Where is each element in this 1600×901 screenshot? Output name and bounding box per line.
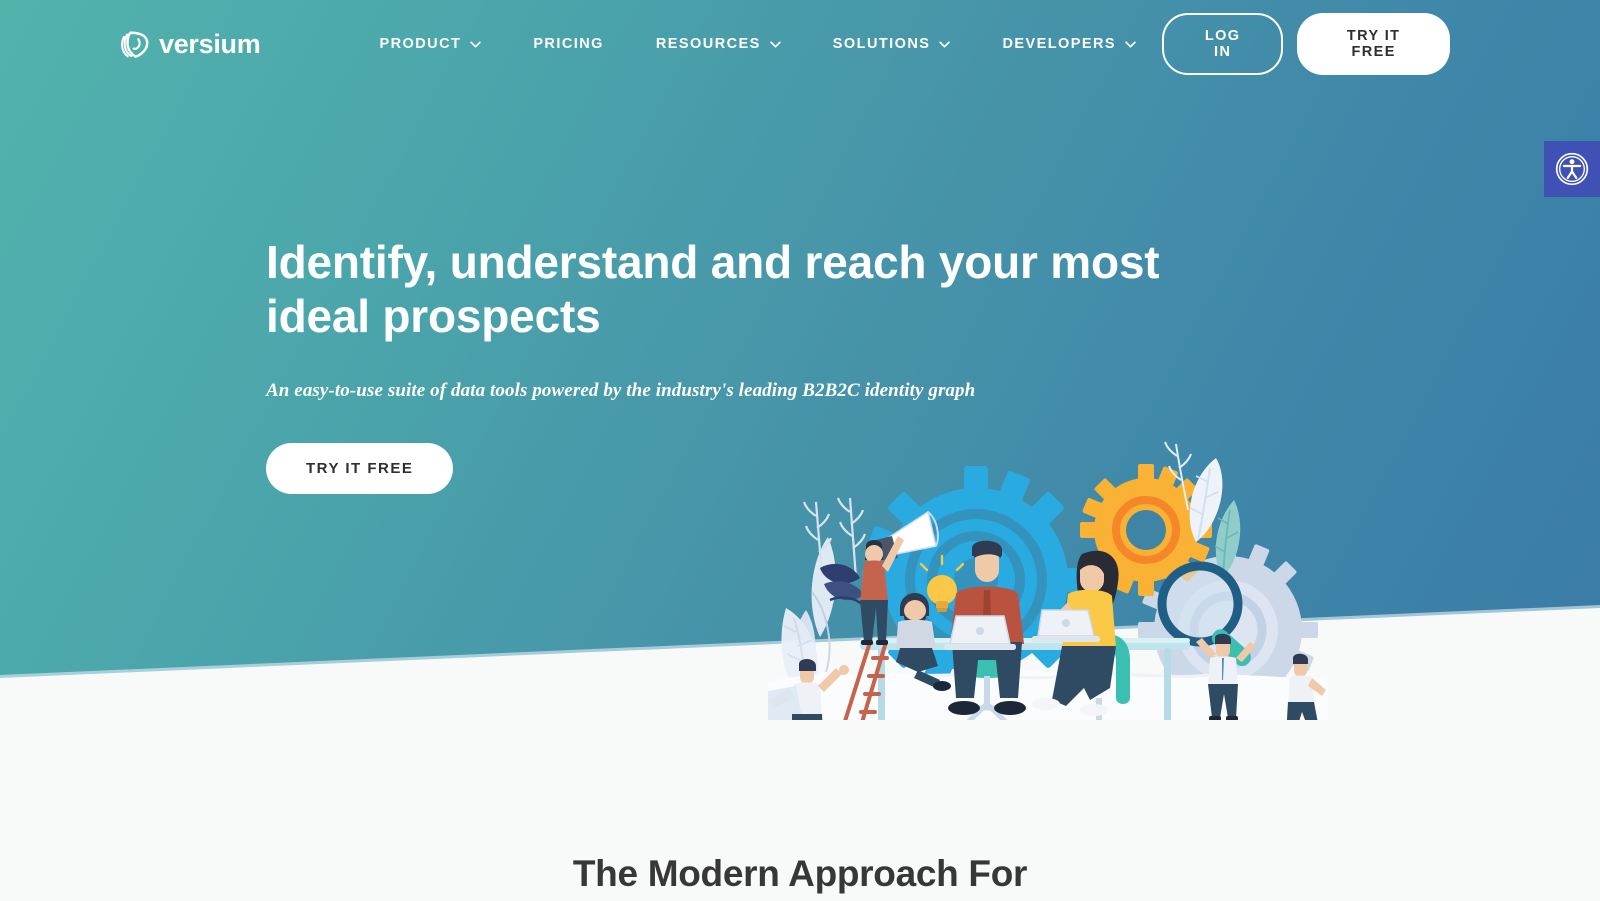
chevron-down-icon bbox=[470, 40, 482, 48]
try-it-free-hero-button[interactable]: TRY IT FREE bbox=[266, 442, 454, 494]
accessibility-widget-button[interactable] bbox=[1544, 141, 1600, 197]
chevron-down-icon bbox=[770, 40, 781, 48]
nav-item-pricing[interactable]: PRICING bbox=[507, 36, 630, 52]
nav-item-label: PRICING bbox=[533, 36, 604, 52]
section-heading: The Modern Approach For bbox=[572, 853, 1028, 894]
nav-item-resources[interactable]: RESOURCES bbox=[630, 36, 807, 52]
hero-content: Identify, understand and reach your most… bbox=[266, 236, 1266, 494]
nav-item-developers[interactable]: DEVELOPERS bbox=[976, 36, 1162, 52]
nav-item-product[interactable]: PRODUCT bbox=[353, 36, 507, 52]
nav-item-label: SOLUTIONS bbox=[832, 36, 931, 52]
modern-approach-section: The Modern Approach For bbox=[0, 720, 1600, 901]
nav-item-label: PRODUCT bbox=[379, 36, 462, 52]
versium-logo-icon bbox=[120, 29, 150, 59]
brand-name: versium bbox=[159, 28, 261, 59]
accessibility-person-icon bbox=[1555, 152, 1589, 186]
nav-item-solutions[interactable]: SOLUTIONS bbox=[807, 36, 977, 52]
chevron-down-icon bbox=[1125, 40, 1136, 48]
nav-item-label: RESOURCES bbox=[655, 36, 761, 52]
hero-section: versium PRODUCT PRICING RESOURCES SOLUTI… bbox=[0, 0, 1600, 720]
login-button[interactable]: LOG IN bbox=[1162, 13, 1284, 75]
try-it-free-nav-button[interactable]: TRY IT FREE bbox=[1297, 13, 1450, 75]
hero-subtitle: An easy-to-use suite of data tools power… bbox=[266, 379, 976, 401]
hero-title: Identify, understand and reach your most… bbox=[266, 236, 1160, 342]
nav-links: PRODUCT PRICING RESOURCES SOLUTIONS DEVE… bbox=[353, 36, 1162, 52]
nav-actions: LOG IN TRY IT FREE bbox=[1162, 13, 1450, 75]
brand-logo[interactable]: versium bbox=[120, 28, 261, 59]
main-navigation: versium PRODUCT PRICING RESOURCES SOLUTI… bbox=[0, 0, 1600, 88]
nav-item-label: DEVELOPERS bbox=[1002, 36, 1117, 52]
chevron-down-icon bbox=[939, 40, 951, 48]
